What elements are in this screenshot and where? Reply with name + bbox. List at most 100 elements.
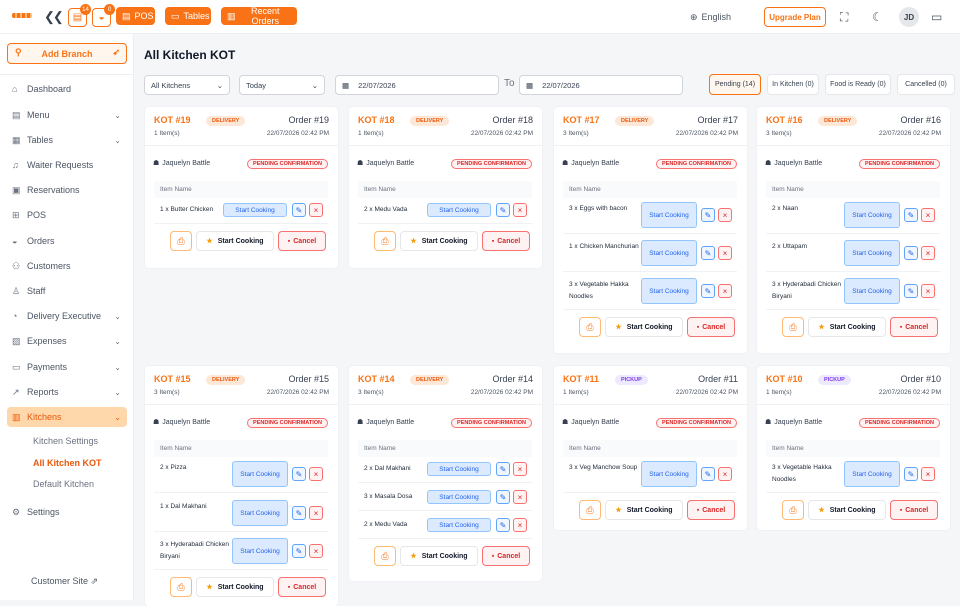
edit-icon[interactable]: ✎ — [292, 544, 306, 558]
cancel-button[interactable]: ▪ Cancel — [482, 546, 530, 566]
print-button[interactable]: ⎙ — [579, 500, 601, 520]
date-range-select[interactable]: Today ⌄ — [239, 75, 325, 95]
sidebar-item-tables[interactable]: ▦ Tables ⌄ — [7, 130, 127, 150]
close-icon[interactable]: × — [309, 203, 323, 217]
fullscreen-icon[interactable]: ⛶ — [840, 10, 848, 25]
tables-button[interactable]: ▭ Tables — [165, 7, 211, 25]
dark-mode-icon[interactable]: ☾ — [872, 10, 883, 24]
edit-icon[interactable]: ✎ — [904, 467, 918, 481]
cancel-button[interactable]: ▪ Cancel — [890, 500, 938, 520]
sidebar-item-waiter-requests[interactable]: ♫ Waiter Requests — [7, 155, 127, 175]
pos-button[interactable]: ▤ POS — [116, 7, 155, 25]
kitchen-select[interactable]: All Kitchens ⌄ — [144, 75, 230, 95]
edit-icon[interactable]: ✎ — [292, 506, 306, 520]
item-start-cooking-button[interactable]: Start Cooking — [641, 461, 697, 487]
sidebar-item-orders[interactable]: ◒ Orders — [7, 231, 127, 251]
tab-food-ready[interactable]: Food is Ready (0) — [825, 74, 891, 95]
close-icon[interactable]: × — [309, 506, 323, 520]
start-cooking-button[interactable]: ★ Start Cooking — [808, 500, 886, 520]
cancel-button[interactable]: ▪ Cancel — [278, 231, 326, 251]
item-start-cooking-button[interactable]: Start Cooking — [427, 518, 491, 532]
item-start-cooking-button[interactable]: Start Cooking — [232, 500, 288, 526]
item-start-cooking-button[interactable]: Start Cooking — [232, 461, 288, 487]
print-button[interactable]: ⎙ — [782, 500, 804, 520]
item-start-cooking-button[interactable]: Start Cooking — [641, 240, 697, 266]
customer-site-link[interactable]: Customer Site ⇗ — [31, 576, 98, 587]
avatar[interactable]: JD — [899, 7, 919, 27]
edit-icon[interactable]: ✎ — [701, 246, 715, 260]
start-cooking-button[interactable]: ★ Start Cooking — [808, 317, 886, 337]
tab-pending[interactable]: Pending (14) — [709, 74, 761, 95]
edit-icon[interactable]: ✎ — [701, 284, 715, 298]
item-start-cooking-button[interactable]: Start Cooking — [232, 538, 288, 564]
edit-icon[interactable]: ✎ — [292, 467, 306, 481]
start-cooking-button[interactable]: ★ Start Cooking — [605, 317, 683, 337]
upgrade-plan-button[interactable]: Upgrade Plan — [764, 7, 826, 27]
edit-icon[interactable]: ✎ — [496, 490, 510, 504]
item-start-cooking-button[interactable]: Start Cooking — [427, 203, 491, 217]
sidebar-item-pos[interactable]: ⊞ POS — [7, 205, 127, 225]
edit-icon[interactable]: ✎ — [292, 203, 306, 217]
close-icon[interactable]: × — [309, 544, 323, 558]
item-start-cooking-button[interactable]: Start Cooking — [223, 203, 287, 217]
kot-notification-button[interactable]: ▤ 14 — [68, 4, 91, 27]
close-icon[interactable]: × — [513, 490, 527, 504]
edit-icon[interactable]: ✎ — [496, 518, 510, 532]
item-start-cooking-button[interactable]: Start Cooking — [844, 240, 900, 266]
close-icon[interactable]: × — [921, 208, 935, 222]
sidebar-item-menu[interactable]: ▤ Menu ⌄ — [7, 105, 127, 125]
close-icon[interactable]: × — [718, 208, 732, 222]
sidebar-item-customers[interactable]: ⚇ Customers — [7, 256, 127, 276]
start-cooking-button[interactable]: ★ Start Cooking — [400, 546, 478, 566]
recent-orders-button[interactable]: ▥ Recent Orders — [221, 6, 297, 26]
cancel-button[interactable]: ▪ Cancel — [890, 317, 938, 337]
item-start-cooking-button[interactable]: Start Cooking — [844, 202, 900, 228]
tab-cancelled[interactable]: Cancelled (0) — [897, 74, 955, 95]
sidebar-item-delivery-executive[interactable]: ◔ Delivery Executive ⌄ — [7, 306, 127, 326]
print-button[interactable]: ⎙ — [170, 577, 192, 597]
print-button[interactable]: ⎙ — [374, 546, 396, 566]
sidebar-item-reports[interactable]: ↗ Reports ⌄ — [7, 382, 127, 402]
close-icon[interactable]: × — [718, 246, 732, 260]
cancel-button[interactable]: ▪ Cancel — [278, 577, 326, 597]
edit-icon[interactable]: ✎ — [701, 467, 715, 481]
sidebar-item-payments[interactable]: ▭ Payments ⌄ — [7, 357, 127, 377]
print-button[interactable]: ⎙ — [374, 231, 396, 251]
start-cooking-button[interactable]: ★ Start Cooking — [605, 500, 683, 520]
sidebar-subitem-default-kitchen[interactable]: Default Kitchen — [33, 479, 94, 489]
edit-icon[interactable]: ✎ — [496, 462, 510, 476]
close-icon[interactable]: × — [513, 462, 527, 476]
sidebar-item-dashboard[interactable]: ⌂ Dashboard — [7, 79, 127, 99]
close-icon[interactable]: × — [309, 467, 323, 481]
close-icon[interactable]: × — [513, 203, 527, 217]
sidebar-item-expenses[interactable]: ▨ Expenses ⌄ — [7, 331, 127, 351]
print-button[interactable]: ⎙ — [170, 231, 192, 251]
sidebar-item-settings[interactable]: ⚙ Settings — [7, 502, 127, 522]
close-icon[interactable]: × — [513, 518, 527, 532]
sidebar-subitem-all-kitchen-kot[interactable]: All Kitchen KOT — [33, 458, 102, 468]
start-cooking-button[interactable]: ★ Start Cooking — [196, 231, 274, 251]
sidebar-item-reservations[interactable]: ▣ Reservations — [7, 180, 127, 200]
close-icon[interactable]: × — [921, 284, 935, 298]
edit-icon[interactable]: ✎ — [496, 203, 510, 217]
item-start-cooking-button[interactable]: Start Cooking — [844, 278, 900, 304]
start-cooking-button[interactable]: ★ Start Cooking — [196, 577, 274, 597]
edit-icon[interactable]: ✎ — [904, 246, 918, 260]
tab-in-kitchen[interactable]: In Kitchen (0) — [767, 74, 819, 95]
edit-icon[interactable]: ✎ — [904, 208, 918, 222]
cancel-button[interactable]: ▪ Cancel — [687, 500, 735, 520]
start-cooking-button[interactable]: ★ Start Cooking — [400, 231, 478, 251]
collapse-sidebar-icon[interactable]: ❮❮ — [44, 9, 64, 25]
edit-icon[interactable]: ✎ — [701, 208, 715, 222]
item-start-cooking-button[interactable]: Start Cooking — [844, 461, 900, 487]
item-start-cooking-button[interactable]: Start Cooking — [641, 202, 697, 228]
language-switcher[interactable]: ⊕ English — [690, 0, 731, 34]
print-button[interactable]: ⎙ — [782, 317, 804, 337]
end-date-input[interactable]: ▦ 22/07/2026 — [519, 75, 683, 95]
close-icon[interactable]: × — [718, 467, 732, 481]
sidebar-item-kitchens[interactable]: ▥ Kitchens ⌄ — [7, 407, 127, 427]
add-branch-button[interactable]: ⚲ Add Branch ➶ — [7, 43, 127, 64]
item-start-cooking-button[interactable]: Start Cooking — [641, 278, 697, 304]
waiter-notification-button[interactable]: ◒ 0 — [92, 4, 115, 27]
monitor-icon[interactable]: ▭ — [931, 10, 942, 24]
